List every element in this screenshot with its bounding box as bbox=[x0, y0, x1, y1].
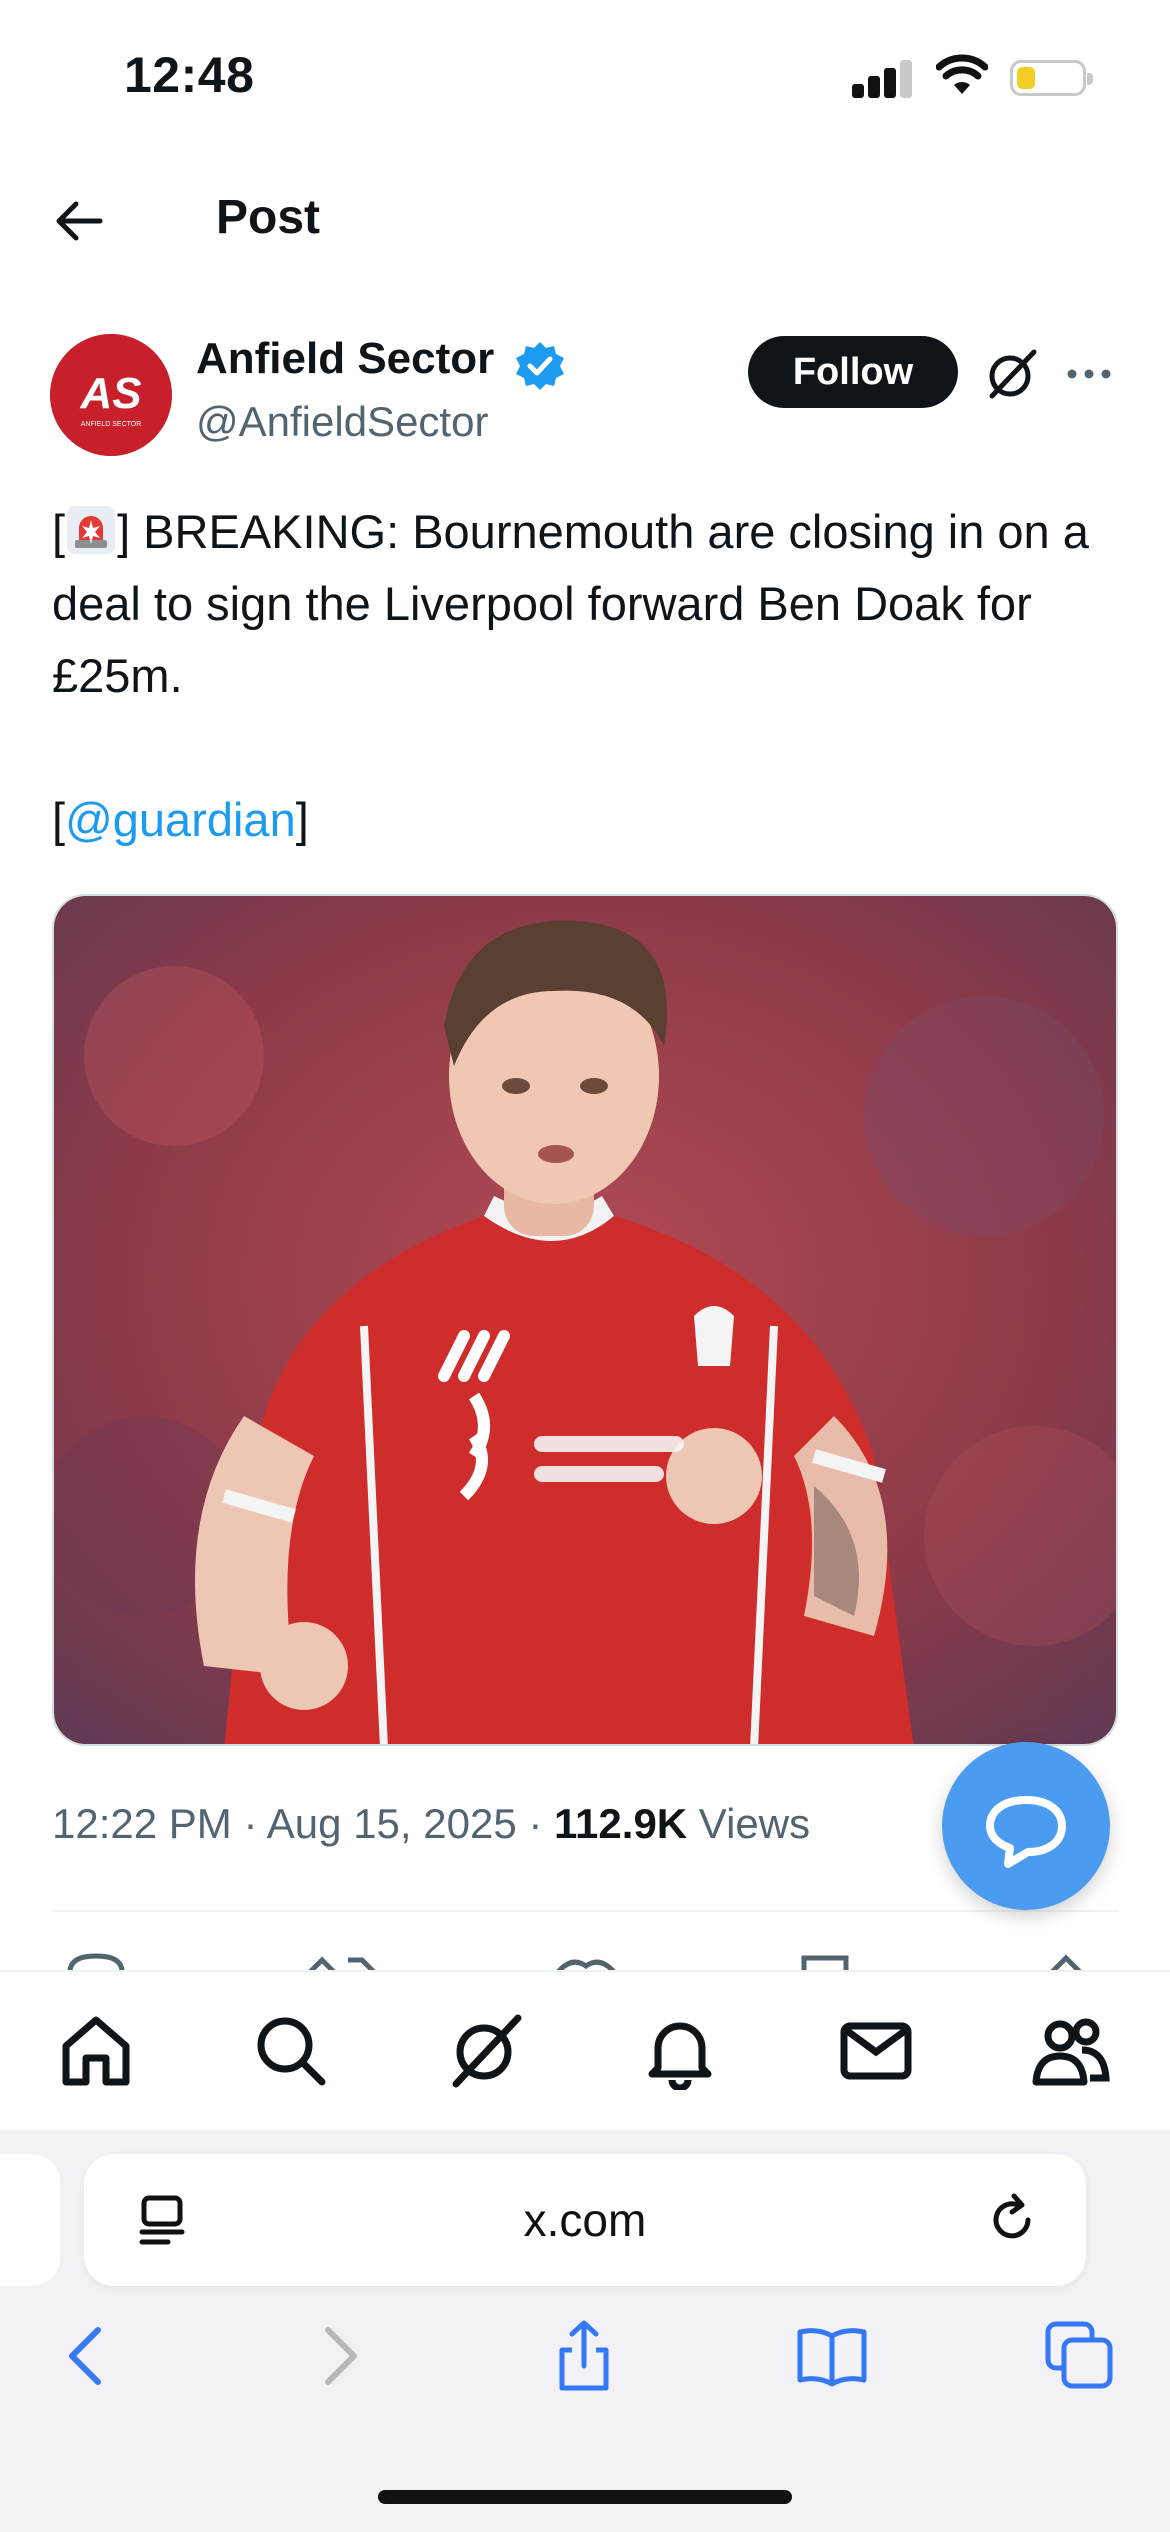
avatar[interactable]: AS ANFIELD SECTOR bbox=[50, 334, 172, 456]
post-time: 12:22 PM bbox=[52, 1800, 232, 1847]
bookmarks-icon[interactable] bbox=[796, 2320, 868, 2392]
text-bracket: [ bbox=[52, 505, 66, 558]
bottom-tab-bar bbox=[0, 1970, 1170, 2132]
status-time: 12:48 bbox=[124, 47, 255, 103]
address-bar[interactable]: x.com bbox=[84, 2154, 1086, 2286]
search-icon[interactable] bbox=[250, 2010, 330, 2090]
notifications-icon[interactable] bbox=[640, 2010, 720, 2090]
previous-tab-pill[interactable] bbox=[0, 2154, 60, 2286]
divider bbox=[52, 1910, 1118, 1912]
follow-button[interactable]: Follow bbox=[748, 336, 958, 408]
tabs-icon[interactable] bbox=[1044, 2320, 1116, 2392]
page-title: Post bbox=[216, 191, 321, 244]
source-bracket-open: [ bbox=[52, 793, 66, 846]
post-image[interactable] bbox=[52, 894, 1118, 1746]
post-meta: 12:22 PM · Aug 15, 2025 · 112.9K Views bbox=[52, 1800, 810, 1848]
views-label: Views bbox=[687, 1800, 811, 1847]
mention-link[interactable]: @guardian bbox=[65, 793, 296, 846]
messages-icon[interactable] bbox=[836, 2010, 916, 2090]
grok-icon[interactable] bbox=[984, 346, 1040, 402]
share-icon[interactable] bbox=[548, 2320, 620, 2392]
home-icon[interactable] bbox=[56, 2010, 136, 2090]
reply-fab-button[interactable] bbox=[942, 1742, 1110, 1910]
forward-icon[interactable] bbox=[302, 2320, 374, 2392]
back-arrow-icon[interactable] bbox=[54, 196, 104, 246]
communities-icon[interactable] bbox=[1030, 2010, 1110, 2090]
reload-icon[interactable] bbox=[984, 2192, 1040, 2248]
post-body: ] BREAKING: Bournemouth are closing in o… bbox=[52, 505, 1089, 702]
meta-separator: · bbox=[231, 1800, 267, 1847]
wifi-icon bbox=[936, 54, 988, 94]
url-text[interactable]: x.com bbox=[84, 2154, 1086, 2286]
post-actions-row[interactable] bbox=[52, 1952, 1118, 1972]
post-date: Aug 15, 2025 bbox=[266, 1800, 517, 1847]
cellular-signal-icon bbox=[852, 58, 914, 98]
post-text: [ ] BREAKING: Bournemouth are closing in… bbox=[52, 496, 1122, 856]
source-bracket-close: ] bbox=[295, 793, 309, 846]
verified-badge-icon bbox=[516, 342, 564, 390]
svg-text:ANFIELD SECTOR: ANFIELD SECTOR bbox=[81, 421, 142, 428]
home-indicator bbox=[378, 2490, 792, 2504]
author-handle[interactable]: @AnfieldSector bbox=[196, 398, 488, 446]
svg-text:AS: AS bbox=[79, 369, 141, 418]
meta-separator: · bbox=[516, 1800, 555, 1847]
author-name[interactable]: Anfield Sector bbox=[196, 334, 494, 384]
back-icon[interactable] bbox=[52, 2320, 124, 2392]
siren-emoji-icon bbox=[67, 506, 116, 554]
more-options-icon[interactable] bbox=[1064, 354, 1114, 394]
grok-icon[interactable] bbox=[446, 2010, 526, 2090]
compose-reply-icon bbox=[986, 1796, 1066, 1868]
battery-icon bbox=[1010, 60, 1093, 96]
views-count: 112.9K bbox=[554, 1800, 688, 1847]
